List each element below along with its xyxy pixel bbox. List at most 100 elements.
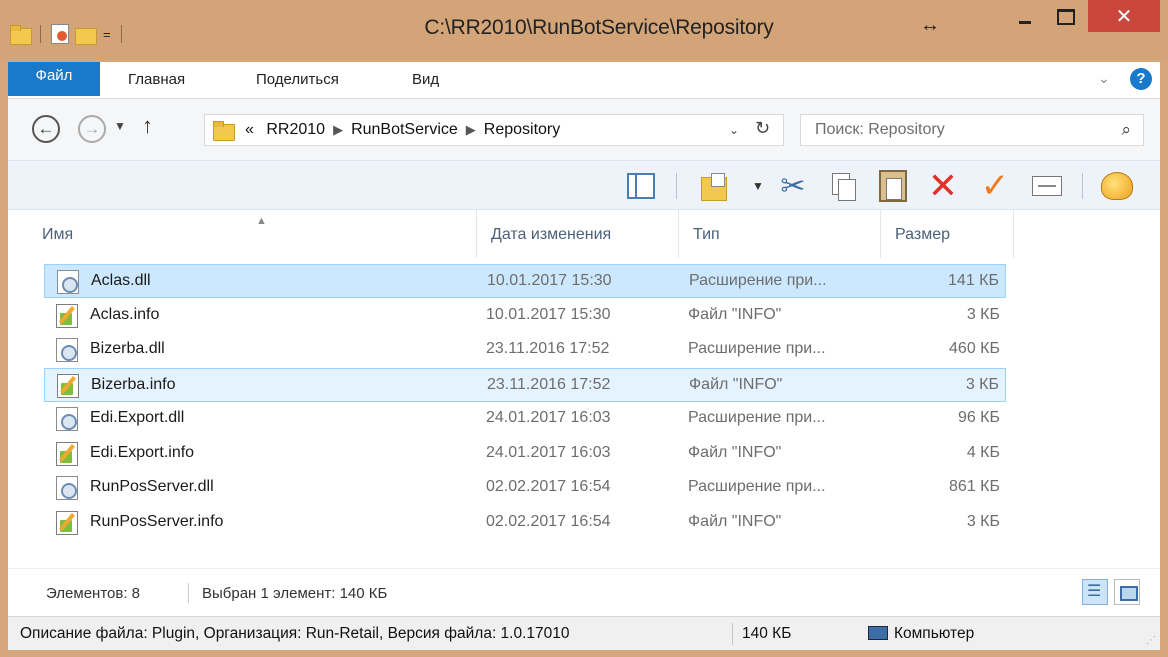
title-bar[interactable]: = C:\RR2010\RunBotService\Repository ↔ ✕ <box>0 0 1168 60</box>
up-button[interactable]: ↑ <box>142 113 153 139</box>
navigation-pane-button[interactable] <box>624 169 658 203</box>
file-name: Bizerba.dll <box>90 340 165 357</box>
item-count: Элементов: 8 <box>46 585 141 602</box>
command-toolbar: ▼ ✂ ✕ ✓ <box>8 160 1160 210</box>
close-button[interactable]: ✕ <box>1088 0 1160 32</box>
file-type: Файл "INFO" <box>689 375 783 393</box>
column-header-type[interactable]: Тип <box>678 210 880 258</box>
location-zone: Компьютер <box>868 625 974 643</box>
minimize-button[interactable] <box>1010 0 1040 34</box>
recent-locations-dropdown-icon[interactable]: ▼ <box>114 119 126 133</box>
address-bar[interactable]: « RR2010 ▶ RunBotService ▶ Repository ⌄ ↻ <box>204 114 784 146</box>
open-folder-dropdown-icon[interactable]: ▼ <box>752 179 764 193</box>
tab-view[interactable]: Вид <box>412 62 439 98</box>
breadcrumb-item[interactable]: RunBotService <box>351 121 458 138</box>
selection-size: 140 КБ <box>742 625 792 642</box>
breadcrumb-arrow-icon[interactable]: ▶ <box>466 122 476 137</box>
info-file-icon <box>56 510 78 535</box>
tab-share[interactable]: Поделиться <box>256 62 339 98</box>
table-row[interactable]: Edi.Export.dll 24.01.2017 16:03 Расширение… <box>44 402 1006 436</box>
file-date: 02.02.2017 16:54 <box>486 478 611 495</box>
rename-button[interactable] <box>1030 169 1064 203</box>
breadcrumb-item[interactable]: RR2010 <box>266 121 325 138</box>
file-type: Расширение при... <box>688 478 826 495</box>
file-name: RunPosServer.dll <box>90 478 214 495</box>
checkmark-icon: ✓ <box>980 167 1010 205</box>
breadcrumb-arrow-icon[interactable]: ▶ <box>333 122 343 137</box>
shell-button[interactable] <box>1100 169 1134 203</box>
dll-file-icon <box>57 270 79 294</box>
file-date: 10.01.2017 15:30 <box>487 272 612 289</box>
folder-open-icon <box>701 173 729 201</box>
details-status: Элементов: 8 Выбран 1 элемент: 140 КБ <box>8 568 1160 616</box>
file-name: Aclas.info <box>90 305 160 323</box>
help-icon[interactable]: ? <box>1130 68 1152 90</box>
forward-button[interactable]: → <box>78 115 106 143</box>
file-type: Расширение при... <box>689 272 827 289</box>
open-folder-button[interactable] <box>698 169 732 203</box>
file-size: 3 КБ <box>965 375 999 393</box>
dll-file-icon <box>56 407 78 431</box>
table-row[interactable]: Edi.Export.info 24.01.2017 16:03 Файл "INF… <box>44 437 1006 471</box>
file-date: 02.02.2017 16:54 <box>486 512 611 530</box>
selection-info: Выбран 1 элемент: 140 КБ <box>202 585 388 602</box>
cut-button[interactable]: ✂ <box>776 169 810 203</box>
explorer-window: = C:\RR2010\RunBotService\Repository ↔ ✕… <box>0 0 1168 657</box>
delete-button[interactable]: ✕ <box>926 168 960 204</box>
location-label: Компьютер <box>894 625 975 642</box>
details-view-button[interactable] <box>1082 579 1108 605</box>
window-title: C:\RR2010\RunBotService\Repository <box>424 16 774 39</box>
file-date: 24.01.2017 16:03 <box>486 409 611 426</box>
sort-ascending-icon: ▲ <box>256 215 267 227</box>
tab-home[interactable]: Главная <box>128 62 185 98</box>
paste-button[interactable] <box>876 169 910 203</box>
file-name: Edi.Export.info <box>90 443 195 461</box>
file-list[interactable]: Имя ▲ Дата изменения Тип Размер Aclas.dl… <box>8 210 1160 568</box>
search-icon[interactable]: ⌕ <box>1121 120 1131 140</box>
file-name: RunPosServer.info <box>90 512 224 530</box>
back-button[interactable]: ← <box>32 115 60 143</box>
large-icons-view-button[interactable] <box>1114 579 1140 605</box>
file-size: 141 КБ <box>948 272 999 289</box>
computer-icon <box>868 626 888 640</box>
apply-button[interactable]: ✓ <box>978 169 1012 203</box>
column-header-date[interactable]: Дата изменения <box>476 210 678 258</box>
table-row[interactable]: RunPosServer.info 02.02.2017 16:54 Файл "I… <box>44 506 1006 540</box>
tab-file[interactable]: Файл <box>8 62 100 96</box>
file-name: Edi.Export.dll <box>90 409 185 426</box>
table-row[interactable]: RunPosServer.dll 02.02.2017 16:54 Расширен… <box>44 471 1006 505</box>
file-size: 4 КБ <box>966 443 1000 461</box>
file-name: Bizerba.info <box>91 375 176 393</box>
dll-file-icon <box>56 338 78 362</box>
copy-icon <box>832 173 856 201</box>
column-header-size[interactable]: Размер <box>880 210 1014 258</box>
resize-grip-icon[interactable]: ⋰ <box>1146 635 1156 646</box>
column-header-name[interactable]: Имя ▲ <box>34 210 476 258</box>
table-row[interactable]: Bizerba.dll 23.11.2016 17:52 Расширение пр… <box>44 333 1006 367</box>
column-header-label: Имя <box>42 226 74 243</box>
toolbar-separator <box>676 173 677 199</box>
table-row[interactable]: Aclas.info 10.01.2017 15:30 Файл "INFO" 3 К… <box>44 299 1006 333</box>
rename-icon <box>1032 176 1062 196</box>
search-box[interactable]: Поиск: Repository ⌕ <box>800 114 1144 146</box>
file-type: Файл "INFO" <box>688 512 782 530</box>
search-input[interactable]: Поиск: Repository <box>815 121 945 139</box>
table-row[interactable]: Bizerba.info 23.11.2016 17:52 Файл "INFO" 3… <box>44 367 1006 402</box>
breadcrumb-item[interactable]: Repository <box>484 121 560 138</box>
file-date: 23.11.2016 17:52 <box>487 375 611 393</box>
file-type: Файл "INFO" <box>688 305 782 323</box>
ribbon-tabs: Файл Главная Поделиться Вид ⌄ ? <box>8 62 1160 98</box>
resize-arrows-icon: ↔ <box>920 14 940 36</box>
file-date: 24.01.2017 16:03 <box>486 443 611 461</box>
refresh-icon[interactable]: ↻ <box>755 118 770 139</box>
breadcrumb: « RR2010 ▶ RunBotService ▶ Repository <box>245 121 560 139</box>
address-dropdown-icon[interactable]: ⌄ <box>729 123 739 137</box>
table-row[interactable]: Aclas.dll 10.01.2017 15:30 Расширение при.… <box>44 264 1006 298</box>
navigation-pane-icon <box>627 173 655 199</box>
expand-ribbon-chevron-icon[interactable]: ⌄ <box>1098 70 1110 87</box>
info-file-icon <box>56 303 78 328</box>
file-date: 10.01.2017 15:30 <box>486 305 611 323</box>
copy-button[interactable] <box>826 169 860 203</box>
breadcrumb-overflow[interactable]: « <box>245 121 254 138</box>
maximize-button[interactable] <box>1046 0 1086 34</box>
